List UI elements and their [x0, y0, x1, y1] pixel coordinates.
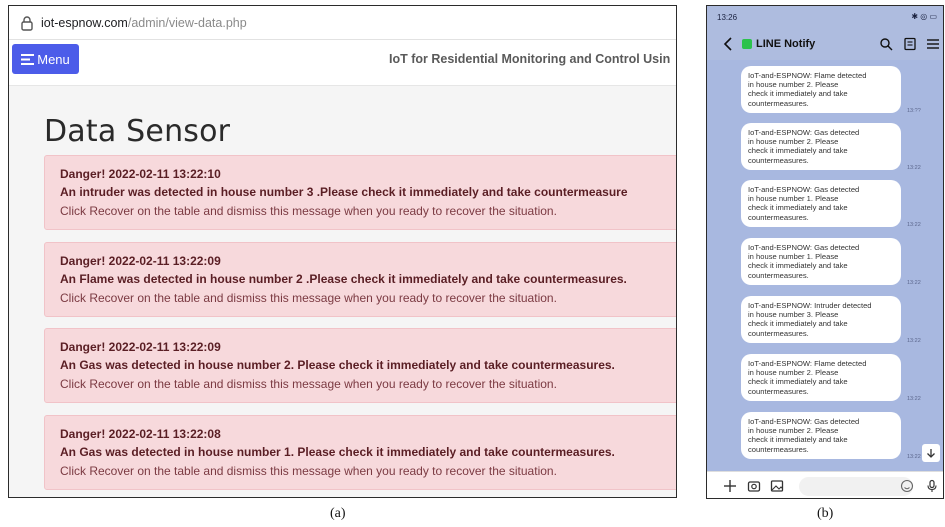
alert-message: An Gas was detected in house number 1. P…	[60, 445, 615, 459]
status-icons: ✱ ◎ ▭	[911, 12, 937, 21]
phone-screen: 13:26 ✱ ◎ ▭ LINE Notify IoT-and-ESPNOW: …	[706, 5, 944, 499]
alert-message: An intruder was detected in house number…	[60, 185, 628, 199]
browser-window: iot-espnow.com/admin/view-data.php Menu …	[8, 5, 677, 498]
hamburger-icon	[21, 53, 35, 65]
message-time: 13:22	[907, 396, 921, 402]
message-time: 13:22	[907, 338, 921, 344]
image-icon[interactable]	[770, 479, 784, 493]
url-domain: iot-espnow.com	[41, 15, 128, 30]
status-time: 13:26	[717, 13, 738, 22]
message-input-bar	[707, 471, 943, 498]
alert-danger[interactable]: Danger! 2022-02-11 13:22:09 An Flame was…	[44, 242, 676, 317]
alert-footer: Click Recover on the table and dismiss t…	[60, 464, 557, 478]
alert-heading: Danger! 2022-02-11 13:22:09	[60, 340, 221, 354]
notes-icon[interactable]	[903, 37, 917, 51]
line-notify-logo	[742, 39, 752, 49]
alert-message: An Flame was detected in house number 2 …	[60, 272, 627, 286]
scroll-down-button[interactable]	[922, 444, 940, 462]
page-title: Data Sensor	[44, 114, 231, 149]
chat-title: LINE Notify	[756, 38, 816, 50]
message-time: 13:??	[907, 108, 921, 114]
search-icon[interactable]	[879, 37, 893, 51]
message-bubble: IoT-and-ESPNOW: Gas detected in house nu…	[741, 180, 901, 227]
arrow-down-icon	[927, 449, 935, 458]
url-path: /admin/view-data.php	[127, 15, 247, 30]
alert-danger[interactable]: Danger! 2022-02-11 13:22:10 An intruder …	[44, 155, 676, 230]
caption-b: (b)	[817, 506, 834, 521]
microphone-icon[interactable]	[925, 479, 939, 493]
menu-button[interactable]: Menu	[12, 44, 79, 74]
navbar: Menu IoT for Residential Monitoring and …	[9, 40, 676, 86]
message-bubble: IoT-and-ESPNOW: Flame detected in house …	[741, 354, 901, 401]
alert-heading: Danger! 2022-02-11 13:22:08	[60, 427, 221, 441]
alert-heading: Danger! 2022-02-11 13:22:10	[60, 167, 221, 181]
emoji-icon[interactable]	[900, 479, 914, 493]
alert-footer: Click Recover on the table and dismiss t…	[60, 204, 557, 218]
back-arrow-icon[interactable]	[723, 37, 733, 51]
lock-icon	[21, 15, 33, 31]
message-bubble: IoT-and-ESPNOW: Flame detected in house …	[741, 66, 901, 113]
site-title: IoT for Residential Monitoring and Contr…	[389, 52, 671, 66]
message-bubble: IoT-and-ESPNOW: Intruder detected in hou…	[741, 296, 901, 343]
alert-heading: Danger! 2022-02-11 13:22:09	[60, 254, 221, 268]
chat-area[interactable]: IoT-and-ESPNOW: Flame detected in house …	[707, 60, 943, 471]
alert-danger[interactable]: Danger! 2022-02-11 13:22:08 An Gas was d…	[44, 415, 676, 490]
alert-danger[interactable]: Danger! 2022-02-11 13:22:09 An Gas was d…	[44, 328, 676, 403]
caption-a: (a)	[330, 506, 346, 521]
message-time: 13:22	[907, 280, 921, 286]
status-bar: 13:26 ✱ ◎ ▭	[707, 6, 943, 30]
message-time: 13:22	[907, 165, 921, 171]
message-time: 13:22	[907, 454, 921, 460]
plus-icon[interactable]	[723, 479, 737, 493]
alert-message: An Gas was detected in house number 2. P…	[60, 358, 615, 372]
message-time: 13:22	[907, 222, 921, 228]
chat-header: LINE Notify	[707, 30, 943, 60]
message-bubble: IoT-and-ESPNOW: Gas detected in house nu…	[741, 412, 901, 459]
menu-label: Menu	[37, 51, 70, 67]
address-bar[interactable]: iot-espnow.com/admin/view-data.php	[9, 6, 676, 40]
alert-footer: Click Recover on the table and dismiss t…	[60, 377, 557, 391]
alert-footer: Click Recover on the table and dismiss t…	[60, 291, 557, 305]
message-bubble: IoT-and-ESPNOW: Gas detected in house nu…	[741, 238, 901, 285]
menu-icon[interactable]	[926, 37, 940, 51]
camera-icon[interactable]	[747, 479, 761, 493]
message-field[interactable]	[799, 477, 913, 496]
message-bubble: IoT-and-ESPNOW: Gas detected in house nu…	[741, 123, 901, 170]
